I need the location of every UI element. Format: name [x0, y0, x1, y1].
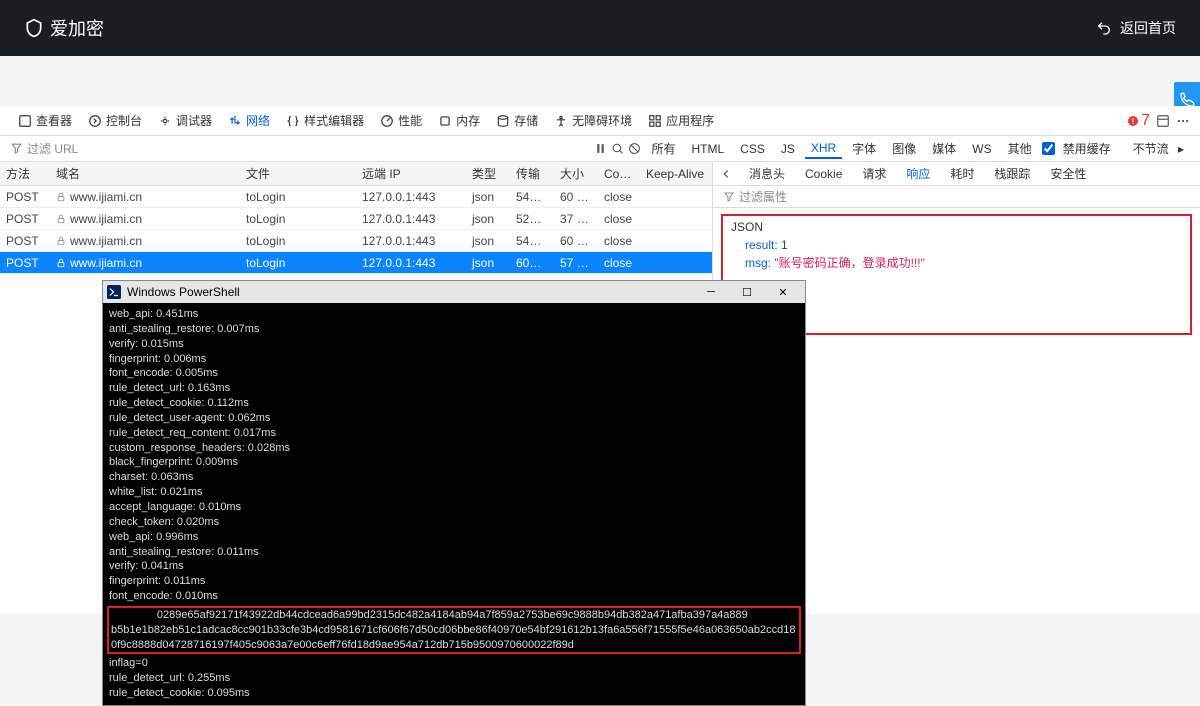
debugger-icon: [158, 114, 172, 128]
filter-fonts[interactable]: 字体: [846, 138, 882, 159]
brand-text: 爱加密: [50, 15, 104, 41]
json-msg-line: msg: "账号密码正确，登录成功!!!": [731, 254, 1182, 271]
shield-icon: [24, 16, 44, 40]
response-tabs: 消息头 Cookie 请求 响应 耗时 栈跟踪 安全性: [713, 162, 1200, 186]
tab-response[interactable]: 响应: [896, 161, 940, 186]
powershell-icon: [107, 285, 121, 299]
console-tab[interactable]: 控制台: [80, 108, 150, 133]
tab-cookie[interactable]: Cookie: [795, 163, 852, 185]
network-icon: [228, 114, 242, 128]
filter-all[interactable]: 所有: [645, 138, 681, 159]
inspector-tab[interactable]: 查看器: [10, 108, 80, 133]
styles-icon: [286, 114, 300, 128]
minimize-button[interactable]: ─: [693, 281, 729, 303]
pause-icon[interactable]: [594, 142, 607, 155]
block-icon[interactable]: [628, 142, 641, 155]
storage-tab[interactable]: 存储: [488, 108, 546, 133]
table-row[interactable]: POSTwww.ijiami.cntoLogin127.0.0.1:443jso…: [0, 230, 712, 252]
tab-request[interactable]: 请求: [852, 161, 896, 186]
performance-tab[interactable]: 性能: [372, 108, 430, 133]
network-table-header: 方法 域名 文件 远端 IP 类型 传输 大小 Conne... Keep-Al…: [0, 162, 712, 186]
json-result-line: result: 1: [731, 238, 1182, 252]
brand-logo[interactable]: 爱加密: [24, 15, 104, 41]
app-icon: [648, 114, 662, 128]
perf-icon: [380, 114, 394, 128]
application-tab[interactable]: 应用程序: [640, 108, 722, 133]
console-icon: [88, 114, 102, 128]
ps-highlight-box: 0289e65af92171f43922db44cdcead6a99bd2315…: [107, 606, 801, 655]
col-conn[interactable]: Conne...: [598, 165, 640, 183]
dock-icon[interactable]: [1156, 114, 1170, 128]
style-editor-tab[interactable]: 样式编辑器: [278, 108, 372, 133]
table-row[interactable]: POSTwww.ijiami.cntoLogin127.0.0.1:443jso…: [0, 252, 712, 274]
col-type[interactable]: 类型: [466, 163, 510, 184]
warn-icon: [1127, 115, 1139, 127]
funnel-icon: [723, 191, 735, 203]
undo-icon: [1096, 20, 1112, 36]
back-home-link[interactable]: 返回首页: [1096, 18, 1176, 38]
filter-css[interactable]: CSS: [734, 140, 771, 158]
memory-icon: [438, 114, 452, 128]
col-domain[interactable]: 域名: [50, 163, 240, 184]
warning-badge[interactable]: 7: [1127, 112, 1150, 130]
col-transfer[interactable]: 传输: [510, 163, 554, 184]
memory-tab[interactable]: 内存: [430, 108, 488, 133]
filter-other[interactable]: 其他: [1002, 138, 1038, 159]
devtools-toolbar: 查看器 控制台 调试器 网络 样式编辑器 性能 内存 存储 无障碍环境 应用程序…: [0, 106, 1200, 136]
ps-title: Windows PowerShell: [127, 285, 693, 299]
a11y-icon: [554, 114, 568, 128]
app-header: 爱加密 返回首页: [0, 0, 1200, 56]
back-icon[interactable]: [719, 167, 733, 181]
filter-ws[interactable]: WS: [966, 140, 997, 158]
ps-body[interactable]: web_api: 0.451msanti_stealing_restore: 0…: [103, 303, 805, 705]
col-method[interactable]: 方法: [0, 163, 50, 184]
col-size[interactable]: 大小: [554, 163, 598, 184]
filter-html[interactable]: HTML: [685, 140, 730, 158]
throttle-select[interactable]: 不节流 ▸: [1121, 138, 1190, 159]
inspector-icon: [18, 114, 32, 128]
search-icon[interactable]: [611, 142, 624, 155]
funnel-icon: [10, 142, 23, 155]
table-row[interactable]: POSTwww.ijiami.cntoLogin127.0.0.1:443jso…: [0, 208, 712, 230]
filter-media[interactable]: 媒体: [926, 138, 962, 159]
col-remote[interactable]: 远端 IP: [356, 163, 466, 184]
network-filter-bar: 过滤 URL 所有 HTML CSS JS XHR 字体 图像 媒体 WS 其他…: [0, 136, 1200, 162]
url-filter[interactable]: 过滤 URL: [10, 140, 78, 157]
response-filter[interactable]: 过滤属性: [713, 186, 1200, 208]
close-button[interactable]: ✕: [765, 281, 801, 303]
filter-images[interactable]: 图像: [886, 138, 922, 159]
maximize-button[interactable]: ☐: [729, 281, 765, 303]
debugger-tab[interactable]: 调试器: [150, 108, 220, 133]
table-row[interactable]: POSTwww.ijiami.cntoLogin127.0.0.1:443jso…: [0, 186, 712, 208]
json-title: JSON: [731, 220, 1182, 234]
storage-icon: [496, 114, 510, 128]
more-icon[interactable]: [1176, 114, 1190, 128]
tab-headers[interactable]: 消息头: [739, 161, 795, 186]
tab-timing[interactable]: 耗时: [940, 161, 984, 186]
network-tab[interactable]: 网络: [220, 108, 278, 133]
a11y-tab[interactable]: 无障碍环境: [546, 108, 640, 133]
filter-xhr[interactable]: XHR: [805, 139, 842, 159]
filter-js[interactable]: JS: [775, 140, 801, 158]
tab-security[interactable]: 安全性: [1040, 161, 1096, 186]
col-keepalive[interactable]: Keep-Alive: [640, 165, 712, 183]
disable-cache-checkbox[interactable]: 禁用缓存: [1042, 138, 1117, 159]
ps-titlebar[interactable]: Windows PowerShell ─ ☐ ✕: [103, 281, 805, 303]
powershell-window: Windows PowerShell ─ ☐ ✕ web_api: 0.451m…: [102, 280, 806, 706]
tab-stack[interactable]: 栈跟踪: [984, 161, 1040, 186]
col-file[interactable]: 文件: [240, 163, 356, 184]
